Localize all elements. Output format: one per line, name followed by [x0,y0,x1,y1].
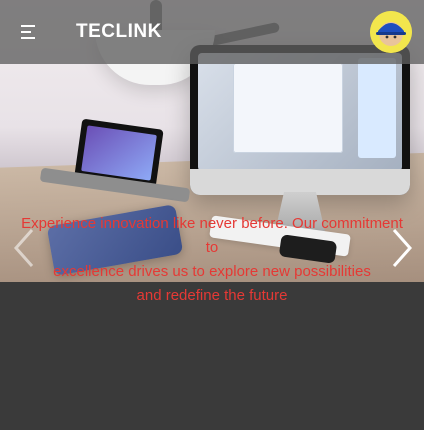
user-avatar[interactable] [370,11,412,53]
hard-hat-avatar-icon [370,11,412,53]
caption-line: Experience innovation like never before.… [21,215,403,232]
caption-line: to [205,239,219,256]
top-navigation-bar: TECLINK [0,0,424,64]
brand-logo-text[interactable]: TECLINK [76,21,162,43]
monitor-chin [190,169,410,195]
screen-window [233,63,343,153]
desktop-monitor [190,45,410,195]
monitor-screen [198,53,402,171]
menu-button[interactable] [21,23,43,41]
caption-line: excellence drives us to explore new poss… [53,263,371,280]
caption-line: and redefine the future [136,287,288,304]
screen-panel [358,58,396,158]
hamburger-menu-icon [21,25,35,39]
hero-caption: Experience innovation like never before.… [0,212,424,308]
